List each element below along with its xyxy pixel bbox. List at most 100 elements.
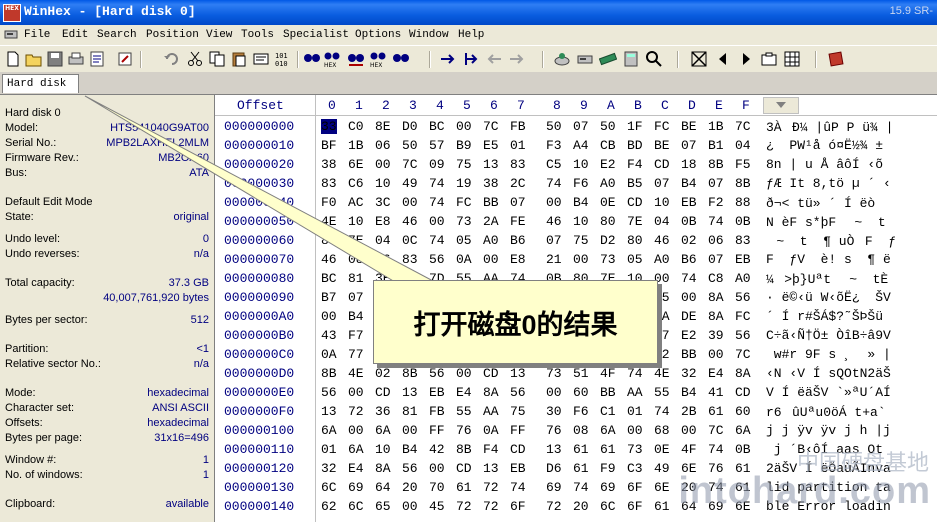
hex-byte[interactable]: B6 [681,252,697,267]
properties-icon[interactable] [88,50,106,68]
hex-byte[interactable]: 56 [735,290,751,305]
hex-byte[interactable]: 39 [708,328,724,343]
hex-byte[interactable]: 56 [429,366,445,381]
hex-byte[interactable]: 69 [600,480,616,495]
hex-byte[interactable]: 1B [348,138,364,153]
hex-byte[interactable]: 00 [402,195,418,210]
hex-byte[interactable]: C5 [546,157,562,172]
hex-byte[interactable]: 32 [321,461,337,476]
hex-row[interactable]: 000000100 6A 00 6A 00 FF 76 0A FF 76 08 6A 00 68 00 7C 6… [215,423,937,440]
hex-byte[interactable]: 75 [456,157,472,172]
hex-byte[interactable]: D6 [546,461,562,476]
hex-byte[interactable]: 07 [654,176,670,191]
hex-row[interactable]: 000000070 46 08 06 83 56 0A 00 E8 21 00 73 05 A0 B6 07 E… [215,252,937,269]
hex-byte[interactable]: CB [600,138,616,153]
hex-byte[interactable]: AC [348,195,364,210]
hex-byte[interactable]: 08 [348,252,364,267]
hex-byte[interactable]: E2 [600,157,616,172]
hex-row[interactable]: 0000000D0 8B 4E 02 8B 56 00 CD 13 73 51 4F 74 4E 32 E4 8… [215,366,937,383]
hex-byte[interactable]: 07 [573,119,589,134]
hex-byte[interactable]: 21 [546,252,562,267]
hex-byte[interactable]: 07 [681,138,697,153]
hex-byte[interactable]: 8A [483,385,499,400]
hex-byte[interactable]: BF [321,138,337,153]
hex-byte[interactable]: 41 [708,385,724,400]
hex-byte[interactable]: D2 [600,233,616,248]
ascii-text[interactable]: w#r 9F s ¸ » | [766,347,891,362]
hex-byte[interactable]: 77 [348,347,364,362]
hex-byte[interactable]: 18 [681,157,697,172]
hex-byte[interactable]: 00 [483,252,499,267]
hex-byte[interactable]: 05 [627,252,643,267]
hex-byte[interactable]: F7 [348,328,364,343]
hex-byte[interactable]: FB [510,119,526,134]
hex-byte[interactable]: 73 [600,252,616,267]
hex-byte[interactable]: BD [627,138,643,153]
hex-row[interactable]: 000000010 BF 1B 06 50 57 B9 E5 01 F3 A4 CB BD BE 07 B1 0… [215,138,937,155]
hex-row[interactable]: 000000000 33 C0 8E D0 BC 00 7C FB 50 07 50 1F FC BE 1B 7… [215,119,937,136]
hex-byte[interactable]: 56 [429,252,445,267]
hex-byte[interactable]: 72 [348,404,364,419]
hex-byte[interactable]: 1B [708,119,724,134]
new-file-icon[interactable] [4,50,22,68]
goto-sector-icon[interactable] [462,50,480,68]
hex-byte[interactable]: B1 [708,138,724,153]
tab-hard-disk-0[interactable]: Hard disk 0 [2,74,79,108]
hex-byte[interactable]: 46 [654,233,670,248]
hex-byte[interactable]: 6A [735,423,751,438]
hex-byte[interactable]: 36 [375,404,391,419]
hex-byte[interactable]: 00 [546,195,562,210]
hex-byte[interactable]: 6A [321,423,337,438]
hex-byte[interactable]: 06 [375,138,391,153]
hex-byte[interactable]: 00 [429,461,445,476]
hex-byte[interactable]: 00 [348,423,364,438]
hex-byte[interactable]: CD [654,157,670,172]
hex-byte[interactable]: FC [735,309,751,324]
hex-byte[interactable]: E4 [348,461,364,476]
hex-byte[interactable]: 72 [483,480,499,495]
hex-row[interactable]: 000000020 38 6E 00 7C 09 75 13 83 C5 10 E2 F4 CD 18 8B F… [215,157,937,174]
winhex-app-icon[interactable]: HEX [3,4,21,22]
hex-byte[interactable]: DE [681,309,697,324]
hex-byte[interactable]: 4F [681,442,697,457]
menu-view[interactable]: View [206,29,232,41]
hex-byte[interactable]: F2 [708,195,724,210]
hex-byte[interactable]: 13 [483,461,499,476]
hex-byte[interactable]: 74 [654,404,670,419]
hex-byte[interactable]: B6 [510,233,526,248]
hex-byte[interactable]: 00 [321,309,337,324]
hex-byte[interactable]: 08 [573,423,589,438]
hex-byte[interactable]: 61 [708,404,724,419]
ascii-text[interactable]: ¿ PW¹å ó¤Ë½¾ ± [766,138,883,153]
hex-byte[interactable]: 09 [429,157,445,172]
undo-icon[interactable] [163,50,181,68]
table-icon[interactable] [783,50,801,68]
hex-byte[interactable]: 56 [735,328,751,343]
hex-byte[interactable]: 51 [573,366,589,381]
hex-byte[interactable]: 04 [375,233,391,248]
hex-byte[interactable]: 0E [654,442,670,457]
hex-byte[interactable]: C3 [627,461,643,476]
disk-menu-icon[interactable] [4,29,18,40]
hex-byte[interactable]: 8B [735,176,751,191]
hex-byte[interactable]: 81 [402,404,418,419]
forward-arrow-icon[interactable] [508,50,526,68]
hex-byte[interactable]: 04 [735,138,751,153]
hex-byte[interactable]: 74 [429,233,445,248]
hex-byte[interactable]: 55 [456,404,472,419]
hex-byte[interactable]: 65 [375,499,391,514]
hex-byte[interactable]: 46 [546,214,562,229]
hex-byte[interactable]: 56 [402,461,418,476]
hex-byte[interactable]: 00 [402,423,418,438]
open-disk-icon[interactable] [576,50,594,68]
ascii-text[interactable]: C÷ã‹Ñ†Ö± ÒîB÷â9V [766,328,891,343]
hex-byte[interactable]: 13 [402,385,418,400]
hex-byte[interactable]: 8A [735,366,751,381]
ascii-text[interactable]: 8n | u Å âôÍ ‹õ [766,157,883,172]
hex-byte[interactable]: 7C [708,423,724,438]
hex-byte[interactable]: 0A [483,423,499,438]
hex-byte[interactable]: CD [627,195,643,210]
hex-byte[interactable]: 49 [654,461,670,476]
hex-byte[interactable]: 07 [348,290,364,305]
hex-byte[interactable]: 83 [735,233,751,248]
